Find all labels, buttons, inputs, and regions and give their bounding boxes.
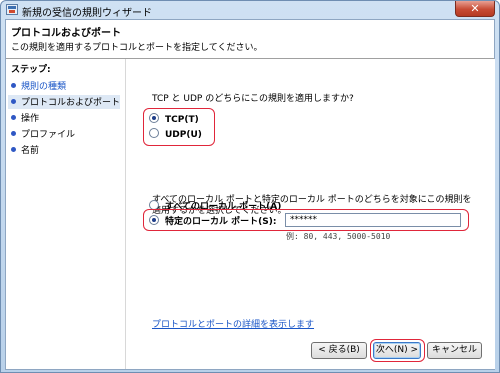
page-description: この規則を適用するプロトコルとポートを指定してください。 — [11, 43, 263, 53]
back-button[interactable]: < 戻る(B) — [311, 342, 367, 359]
step-profile: プロファイル — [11, 127, 75, 141]
step-bullet-icon — [11, 115, 16, 120]
specific-ports-radio[interactable]: 特定のローカル ポート(S): — [149, 214, 276, 228]
cancel-button[interactable]: キャンセル — [427, 342, 482, 359]
step-protocol-and-ports[interactable]: プロトコルおよびポート — [8, 95, 120, 109]
step-bullet-icon — [11, 131, 16, 136]
firewall-app-icon — [6, 4, 18, 15]
step-label: 操作 — [21, 114, 40, 124]
step-action: 操作 — [11, 111, 39, 125]
wizard-main-panel: TCP と UDP のどちらにこの規則を適用しますか? TCP(T) UDP(U… — [125, 59, 495, 369]
window-title: 新規の受信の規則ウィザード — [22, 8, 152, 19]
step-rule-type[interactable]: 規則の種類 — [11, 79, 66, 93]
step-label: 名前 — [21, 146, 40, 156]
step-bullet-icon — [11, 83, 16, 88]
tcp-label: TCP(T) — [165, 115, 199, 125]
protocol-ports-help-link[interactable]: プロトコルとポートの詳細を表示します — [152, 317, 314, 330]
wizard-header: プロトコルおよびポート この規則を適用するプロトコルとポートを指定してください。 — [6, 20, 494, 59]
steps-sidebar: ステップ: 規則の種類 プロトコルおよびポート 操作 プロファイル 名前 — [6, 59, 124, 369]
wizard-window: 新規の受信の規則ウィザード ✕ プロトコルおよびポート この規則を適用するプロト… — [0, 0, 500, 373]
wizard-client-area: プロトコルおよびポート この規則を適用するプロトコルとポートを指定してください。… — [5, 19, 495, 370]
next-button-highlight — [370, 339, 425, 362]
radio-empty-icon — [149, 128, 159, 138]
step-bullet-icon — [11, 99, 16, 104]
title-bar[interactable]: 新規の受信の規則ウィザード ✕ — [1, 1, 499, 19]
specific-ports-label: 特定のローカル ポート(S): — [165, 217, 277, 227]
steps-label: ステップ: — [11, 65, 51, 75]
udp-radio[interactable]: UDP(U) — [149, 128, 202, 142]
close-button[interactable]: ✕ — [455, 1, 495, 17]
radio-selected-icon — [149, 113, 159, 123]
page-title: プロトコルおよびポート — [11, 28, 121, 39]
protocol-question: TCP と UDP のどちらにこの規則を適用しますか? — [152, 94, 354, 104]
step-label: プロファイル — [21, 130, 76, 140]
local-ports-input[interactable]: ****** — [285, 213, 461, 227]
udp-label: UDP(U) — [165, 130, 202, 140]
step-label: 規則の種類 — [21, 82, 67, 92]
step-name: 名前 — [11, 143, 39, 157]
tcp-radio[interactable]: TCP(T) — [149, 113, 199, 127]
radio-selected-icon — [149, 215, 159, 225]
step-label: プロトコルおよびポート — [21, 98, 121, 108]
step-bullet-icon — [11, 147, 16, 152]
close-icon: ✕ — [470, 2, 480, 15]
ports-example-hint: 例: 80, 443, 5000-5010 — [286, 232, 391, 241]
